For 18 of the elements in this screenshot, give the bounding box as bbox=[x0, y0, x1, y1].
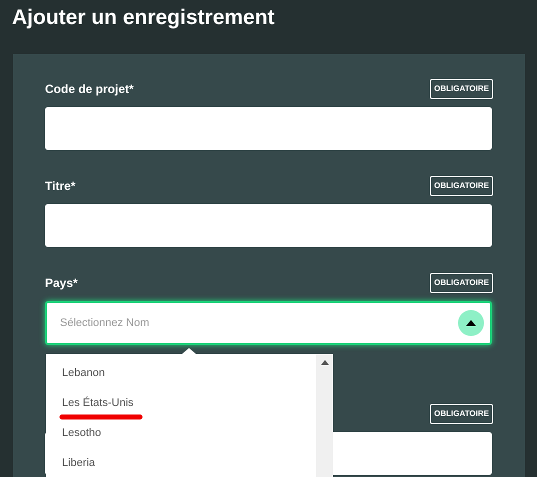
scroll-up-icon[interactable] bbox=[320, 360, 328, 365]
dropdown-option[interactable]: Liberia bbox=[62, 454, 96, 472]
required-badge: OBLIGATOIRE bbox=[430, 79, 493, 99]
field-label: Code de projet* bbox=[45, 81, 134, 98]
required-badge: OBLIGATOIRE bbox=[430, 176, 493, 196]
field-label: Pays* bbox=[45, 275, 78, 292]
page-title: Ajouter un enregistrement bbox=[12, 5, 275, 31]
input-field[interactable] bbox=[45, 107, 492, 150]
required-badge: OBLIGATOIRE bbox=[430, 273, 493, 293]
dropdown-option[interactable]: Lesotho bbox=[62, 424, 102, 442]
dropdown-option[interactable]: Lebanon bbox=[62, 364, 105, 382]
required-badge: OBLIGATOIRE bbox=[430, 404, 493, 424]
field-label: Titre* bbox=[45, 178, 76, 195]
input-field[interactable] bbox=[45, 204, 492, 247]
scrollbar[interactable] bbox=[316, 354, 333, 477]
dropdown-option[interactable]: Les États-Unis bbox=[62, 394, 134, 412]
caret-up-icon bbox=[466, 320, 476, 326]
toggle-button[interactable] bbox=[458, 310, 484, 336]
